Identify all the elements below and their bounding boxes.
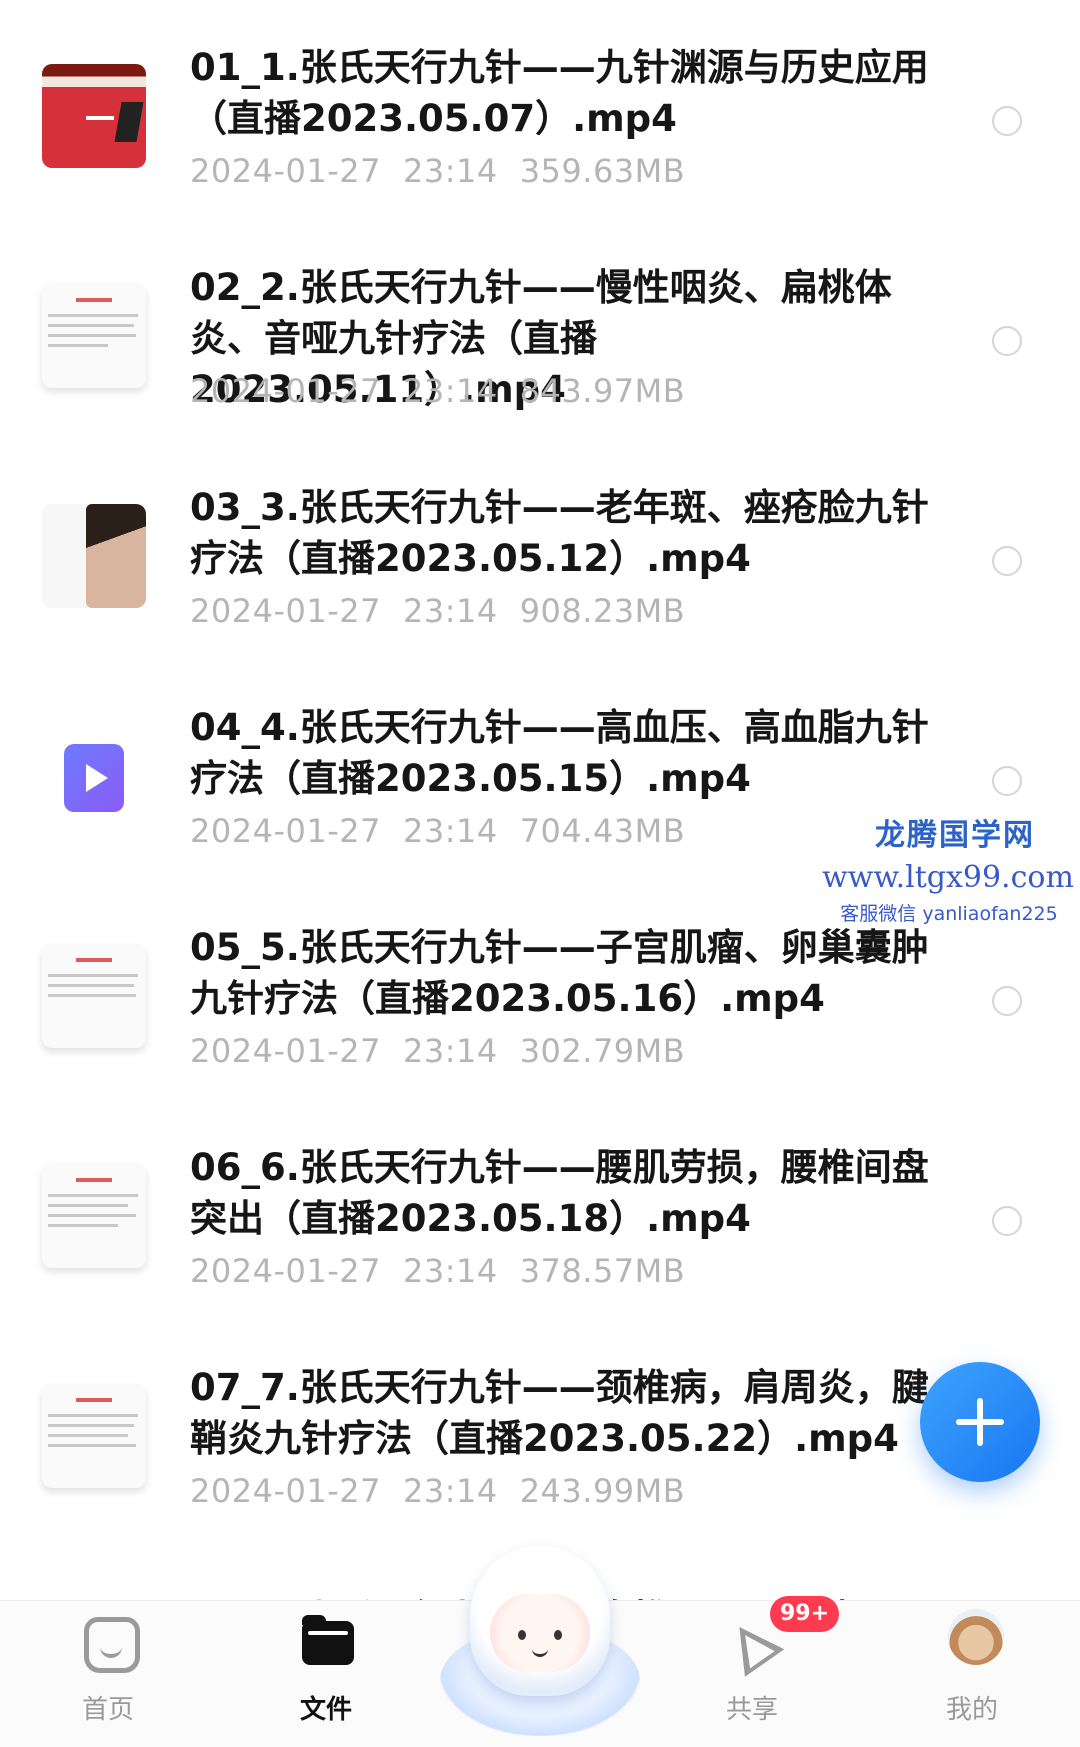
tab-home[interactable]: 首页 — [38, 1601, 178, 1747]
file-title: 03_3.张氏天行九针——老年斑、痤疮脸九针疗法（直播2023.05.12）.m… — [190, 486, 929, 580]
document-thumbnail — [42, 284, 146, 388]
document-thumbnail — [42, 1164, 146, 1268]
file-meta: 2024-01-27 23:14 359.63MB — [190, 152, 686, 190]
notification-badge: 99+ — [770, 1596, 840, 1632]
document-thumbnail — [42, 1384, 146, 1488]
tab-label: 共享 — [725, 1695, 778, 1725]
file-meta: 2024-01-27 23:14 302.79MB — [190, 1032, 686, 1070]
file-meta: 2024-01-27 23:14 704.43MB — [190, 812, 686, 850]
watermark-contact: 客服微信 yanliaofan225 — [840, 903, 1058, 925]
file-title: 01_1.张氏天行九针——九针渊源与历史应用（直播2023.05.07）.mp4 — [190, 46, 929, 140]
select-radio[interactable] — [992, 766, 1022, 796]
file-title: 05_5.张氏天行九针——子宫肌瘤、卵巢囊肿九针疗法（直播2023.05.16）… — [190, 926, 929, 1020]
tab-profile[interactable]: 我的 — [902, 1601, 1042, 1747]
select-radio[interactable] — [992, 106, 1022, 136]
file-row[interactable]: 01_1.张氏天行九针——九针渊源与历史应用（直播2023.05.07）.mp4… — [0, 0, 1080, 220]
tab-files[interactable]: 文件 — [256, 1601, 396, 1747]
home-icon — [84, 1617, 140, 1673]
file-meta: 2024-01-27 23:14 243.99MB — [190, 1472, 686, 1510]
file-meta: 2024-01-27 23:14 908.23MB — [190, 592, 686, 630]
watermark-url: www.ltgx99.com — [822, 860, 1074, 895]
document-thumbnail — [42, 944, 146, 1048]
file-meta: 2024-01-27 23:14 843.97MB — [190, 372, 686, 410]
file-title: 07_7.张氏天行九针——颈椎病，肩周炎，腱鞘炎九针疗法（直播2023.05.2… — [190, 1366, 929, 1460]
file-row[interactable]: 03_3.张氏天行九针——老年斑、痤疮脸九针疗法（直播2023.05.12）.m… — [0, 440, 1080, 660]
file-row[interactable]: 07_7.张氏天行九针——颈椎病，肩周炎，腱鞘炎九针疗法（直播2023.05.2… — [0, 1320, 1080, 1540]
select-radio[interactable] — [992, 546, 1022, 576]
file-title: 06_6.张氏天行九针——腰肌劳损，腰椎间盘突出（直播2023.05.18）.m… — [190, 1146, 929, 1240]
watermark: 龙腾国学网 www.ltgx99.com 客服微信 yanliaofan225 — [822, 810, 1080, 926]
folder-icon — [302, 1615, 354, 1665]
file-title: 04_4.张氏天行九针——高血压、高血脂九针疗法（直播2023.05.15）.m… — [190, 706, 929, 800]
file-meta: 2024-01-27 23:14 378.57MB — [190, 1252, 686, 1290]
avatar-icon — [948, 1609, 1004, 1665]
tab-label: 首页 — [81, 1695, 134, 1725]
video-file-icon — [42, 724, 146, 828]
tab-label: 文件 — [299, 1695, 352, 1725]
photo-thumbnail — [42, 504, 146, 608]
watermark-title: 龙腾国学网 — [875, 818, 1035, 853]
video-thumbnail — [42, 64, 146, 168]
file-row[interactable]: 02_2.张氏天行九针——慢性咽炎、扁桃体炎、音哑九针疗法（直播2023.05.… — [0, 220, 1080, 440]
select-radio[interactable] — [992, 986, 1022, 1016]
add-button[interactable] — [920, 1362, 1040, 1482]
select-radio[interactable] — [992, 326, 1022, 356]
tab-label: 我的 — [945, 1695, 998, 1725]
select-radio[interactable] — [992, 1206, 1022, 1236]
file-row[interactable]: 06_6.张氏天行九针——腰肌劳损，腰椎间盘突出（直播2023.05.18）.m… — [0, 1100, 1080, 1320]
assistant-mascot-button[interactable] — [440, 1546, 640, 1736]
